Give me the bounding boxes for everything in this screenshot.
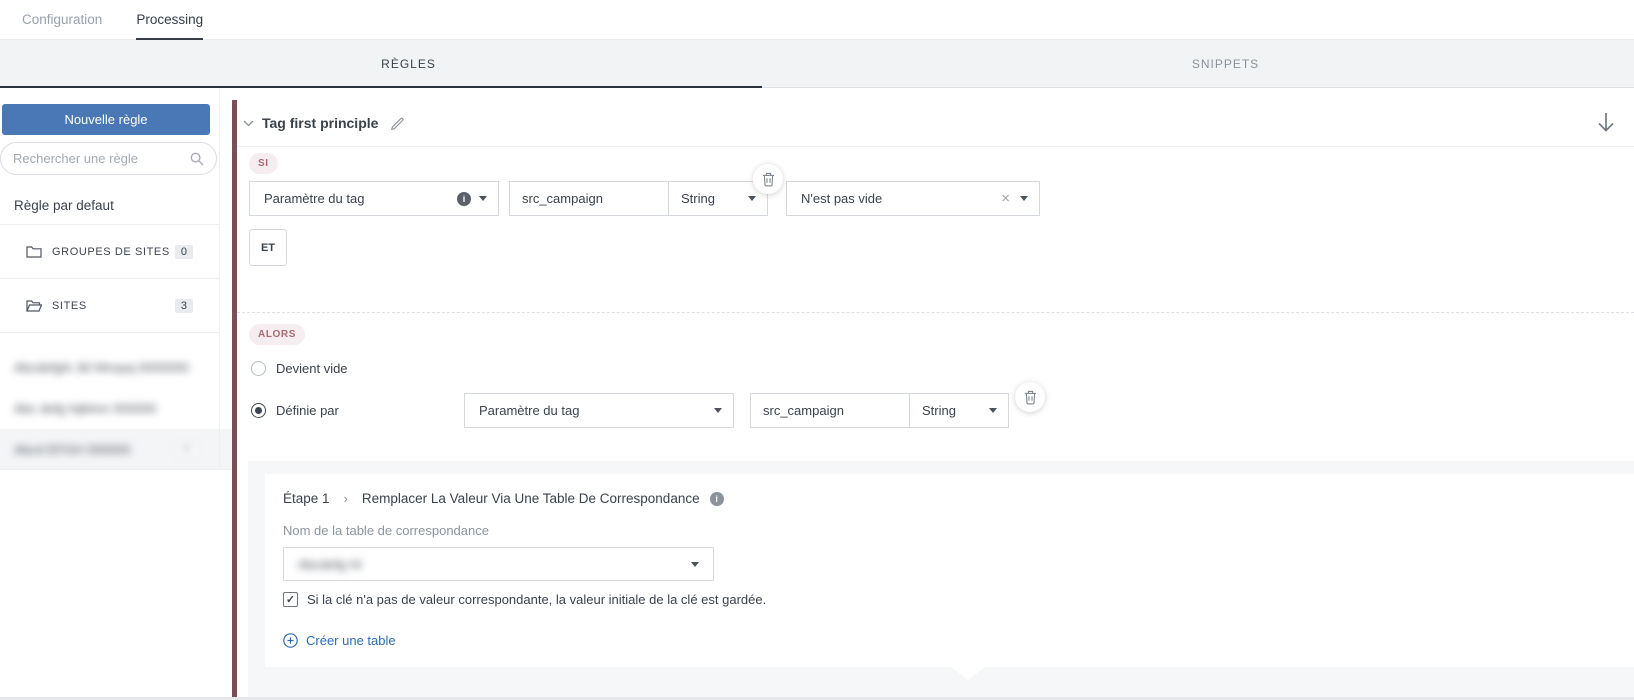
redacted-count-badge: 0: [177, 441, 196, 458]
rule-title: Tag first principle: [262, 115, 378, 131]
site-groups-label: GROUPES DE SITES: [52, 246, 170, 258]
redacted-site-name: Abc defg hijklmn 000000: [14, 401, 156, 416]
action-field-select[interactable]: Paramètre du tag: [464, 393, 734, 428]
and-condition-button[interactable]: ET: [249, 229, 287, 266]
sidebar-item-site-redacted[interactable]: Abcdefghi Jkl Mnopq 0000000: [0, 347, 219, 388]
search-icon: [190, 152, 204, 166]
tab-configuration[interactable]: Configuration: [22, 0, 102, 39]
action-type-value: String: [922, 403, 956, 418]
trash-icon: [1024, 390, 1037, 405]
radio-defined-label: Définie par: [276, 403, 339, 418]
if-badge: SI: [249, 153, 278, 174]
step-header: Étape 1 › Remplacer La Valeur Via Une Ta…: [283, 491, 1614, 506]
site-groups-count-badge: 0: [175, 245, 193, 259]
step-title: Remplacer La Valeur Via Une Table De Cor…: [362, 491, 700, 506]
redacted-site-name: Abcd EFGH 000000: [14, 442, 130, 457]
keep-value-label: Si la clé n'a pas de valeur correspondan…: [307, 592, 766, 607]
sidebar-item-sites[interactable]: SITES 3: [0, 279, 219, 333]
chevron-down-icon: [479, 196, 487, 201]
section-tabs: RÈGLES SNIPPETS: [0, 40, 1634, 88]
section-divider: [237, 312, 1634, 313]
action-param-input[interactable]: [750, 393, 910, 428]
step-label: Étape 1: [283, 491, 330, 506]
delete-condition-button[interactable]: [753, 164, 783, 194]
table-name-select[interactable]: Abcdefg Hi: [283, 547, 714, 581]
condition-type-value: String: [681, 191, 715, 206]
top-navigation: Configuration Processing: [0, 0, 1634, 40]
rules-sidebar: Nouvelle règle Règle par defaut GROUPES …: [0, 88, 232, 700]
rule-editor: Tag first principle SI: [232, 88, 1634, 700]
clear-icon[interactable]: ×: [1001, 191, 1010, 206]
chevron-down-icon: [714, 408, 722, 413]
table-name-label: Nom de la table de correspondance: [283, 523, 1614, 538]
app-window: Configuration Processing RÈGLES SNIPPETS…: [0, 0, 1634, 700]
condition-param-value[interactable]: [522, 191, 656, 206]
keep-value-checkbox[interactable]: ✓: [283, 592, 298, 607]
action-type-select[interactable]: String: [909, 393, 1009, 428]
tab-processing[interactable]: Processing: [136, 0, 203, 39]
edit-pencil-icon[interactable]: [390, 116, 405, 131]
sites-label: SITES: [52, 300, 87, 312]
radio-empty-label: Devient vide: [276, 361, 348, 376]
search-input[interactable]: [13, 151, 190, 166]
radio-empty[interactable]: [251, 361, 266, 376]
chevron-down-icon: [1020, 196, 1028, 201]
chevron-right-icon: ›: [344, 491, 348, 506]
condition-operator-value: N'est pas vide: [801, 191, 1001, 206]
redacted-site-name: Abcdefghi Jkl Mnopq 0000000: [14, 360, 189, 375]
sites-count-badge: 3: [175, 299, 193, 313]
info-icon[interactable]: i: [457, 192, 471, 206]
radio-defined[interactable]: [251, 403, 266, 418]
info-icon[interactable]: i: [710, 492, 724, 506]
create-table-label: Créer une table: [306, 633, 396, 648]
plus-circle-icon: [283, 633, 298, 648]
redacted-table-name: Abcdefg Hi: [298, 557, 362, 572]
then-badge: ALORS: [249, 324, 305, 345]
step-card: Étape 1 › Remplacer La Valeur Via Une Ta…: [265, 474, 1634, 667]
option-becomes-empty: Devient vide: [251, 358, 1634, 379]
sidebar-item-site-redacted[interactable]: Abc defg hijklmn 000000: [0, 388, 219, 429]
option-defined-by: Définie par Paramètre du tag String: [251, 393, 1634, 428]
folder-open-icon: [26, 299, 42, 312]
create-table-link[interactable]: Créer une table: [283, 633, 1614, 648]
condition-operator-select[interactable]: N'est pas vide ×: [786, 181, 1040, 216]
condition-field-value: Paramètre du tag: [264, 191, 457, 206]
trash-icon: [762, 172, 775, 187]
rule-search: [0, 142, 217, 175]
collapse-chevron-icon[interactable]: [243, 120, 254, 127]
chevron-down-icon: [748, 196, 756, 201]
chevron-down-icon: [691, 562, 699, 567]
condition-row: Paramètre du tag i String N'est pas vide…: [249, 181, 1634, 216]
condition-field-select[interactable]: Paramètre du tag i: [249, 181, 499, 216]
folder-icon: [26, 245, 42, 258]
action-field-value: Paramètre du tag: [479, 403, 714, 418]
chevron-down-icon: [989, 408, 997, 413]
tab-regles[interactable]: RÈGLES: [0, 40, 817, 87]
radio-defined-wrap: Définie par: [251, 403, 464, 418]
tab-snippets[interactable]: SNIPPETS: [817, 40, 1634, 87]
rule-panel: Tag first principle SI: [232, 100, 1634, 700]
sidebar-item-site-groups[interactable]: GROUPES DE SITES 0: [0, 225, 219, 279]
download-icon[interactable]: [1594, 110, 1618, 136]
delete-action-button[interactable]: [1015, 382, 1045, 412]
condition-type-select[interactable]: String: [668, 181, 768, 216]
condition-param-input[interactable]: [509, 181, 669, 216]
step-area: Étape 1 › Remplacer La Valeur Via Une Ta…: [248, 461, 1634, 700]
new-rule-button[interactable]: Nouvelle règle: [2, 104, 210, 135]
content-area: Nouvelle règle Règle par defaut GROUPES …: [0, 88, 1634, 700]
rule-header: Tag first principle: [237, 100, 1634, 147]
sidebar-item-site-redacted-selected[interactable]: Abcd EFGH 000000 0: [0, 429, 232, 470]
sidebar-item-default-rule[interactable]: Règle par defaut: [0, 186, 219, 225]
action-param-value[interactable]: [763, 403, 897, 418]
keep-value-option: ✓ Si la clé n'a pas de valeur correspond…: [283, 592, 1614, 607]
